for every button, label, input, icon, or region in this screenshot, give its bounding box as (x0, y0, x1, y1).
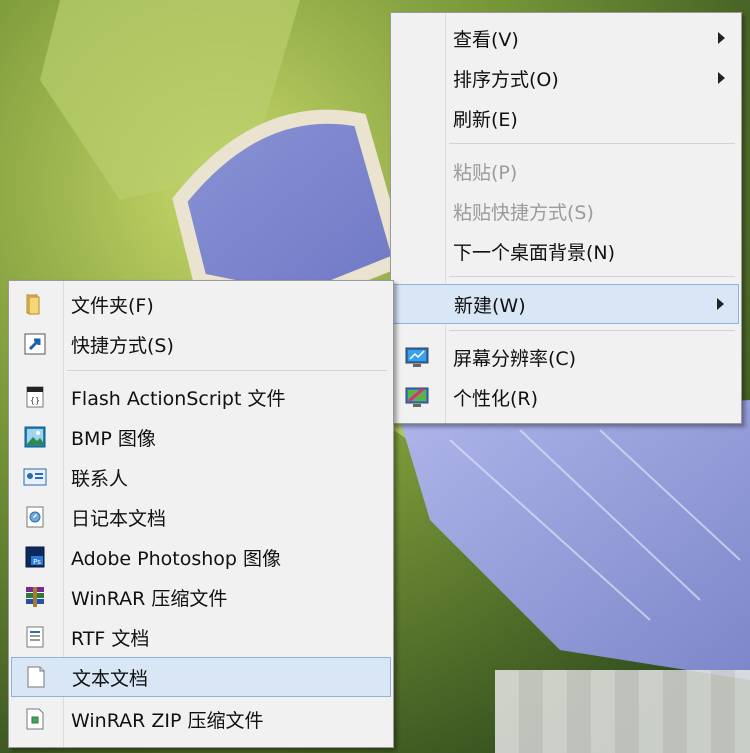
submenu-item-folder[interactable]: 文件夹(F) (11, 284, 391, 324)
menu-item-label: 排序方式(O) (453, 68, 559, 91)
menu-item-refresh[interactable]: 刷新(E) (393, 98, 739, 138)
submenu-item-flash-actionscript[interactable]: {} Flash ActionScript 文件 (11, 377, 391, 417)
photoshop-icon: Ps (23, 545, 47, 569)
submenu-item-shortcut[interactable]: 快捷方式(S) (11, 324, 391, 364)
menu-item-label: Flash ActionScript 文件 (71, 387, 286, 410)
submenu-item-photoshop-image[interactable]: Ps Adobe Photoshop 图像 (11, 537, 391, 577)
menu-item-label: 文本文档 (72, 667, 149, 690)
submenu-item-winrar-zip[interactable]: WinRAR ZIP 压缩文件 (11, 699, 391, 739)
menu-item-label: 个性化(R) (453, 387, 539, 410)
shortcut-icon (23, 332, 47, 356)
menu-item-view[interactable]: 查看(V) (393, 18, 739, 58)
menu-item-new[interactable]: 新建(W) (393, 284, 739, 324)
menu-item-label: 下一个桌面背景(N) (453, 241, 616, 264)
menu-item-personalize[interactable]: 个性化(R) (393, 377, 739, 417)
journal-document-icon (23, 505, 47, 529)
winrar-zip-icon (23, 707, 47, 731)
submenu-item-journal-document[interactable]: 日记本文档 (11, 497, 391, 537)
menu-item-label: 查看(V) (453, 28, 519, 51)
watermark (495, 670, 750, 753)
menu-item-paste-shortcut[interactable]: 粘贴快捷方式(S) (393, 191, 739, 231)
menu-item-label: WinRAR ZIP 压缩文件 (71, 709, 264, 732)
menu-item-label: 日记本文档 (71, 507, 167, 530)
menu-separator (449, 143, 735, 144)
submenu-item-text-document[interactable]: 文本文档 (11, 657, 391, 697)
menu-item-sort-by[interactable]: 排序方式(O) (393, 58, 739, 98)
menu-item-label: 文件夹(F) (71, 294, 154, 317)
menu-separator (67, 370, 387, 371)
svg-text:{}: {} (30, 396, 40, 405)
winrar-icon (23, 585, 47, 609)
menu-separator (449, 276, 735, 277)
menu-item-screen-resolution[interactable]: 屏幕分辨率(C) (393, 337, 739, 377)
menu-item-label: 粘贴(P) (453, 161, 518, 184)
bmp-image-icon (23, 425, 47, 449)
submenu-item-rtf-document[interactable]: RTF 文档 (11, 617, 391, 657)
menu-item-label: WinRAR 压缩文件 (71, 587, 228, 610)
menu-item-label: 刷新(E) (453, 108, 518, 131)
menu-item-next-desktop-background[interactable]: 下一个桌面背景(N) (393, 231, 739, 271)
menu-item-label: RTF 文档 (71, 627, 150, 650)
menu-item-paste[interactable]: 粘贴(P) (393, 151, 739, 191)
screen-resolution-icon (405, 345, 429, 369)
menu-separator (449, 330, 735, 331)
menu-item-label: Adobe Photoshop 图像 (71, 547, 282, 570)
contact-icon (23, 465, 47, 489)
folder-icon (23, 292, 47, 316)
submenu-arrow-icon (717, 298, 724, 310)
submenu-item-winrar-archive[interactable]: WinRAR 压缩文件 (11, 577, 391, 617)
menu-item-label: 联系人 (71, 467, 129, 490)
menu-item-label: 快捷方式(S) (71, 334, 174, 357)
submenu-arrow-icon (718, 72, 725, 84)
rtf-document-icon (23, 625, 47, 649)
menu-item-label: 屏幕分辨率(C) (453, 347, 577, 370)
personalize-icon (405, 385, 429, 409)
text-document-icon (24, 665, 48, 689)
menu-item-label: 新建(W) (454, 294, 526, 317)
submenu-arrow-icon (718, 32, 725, 44)
new-submenu: 文件夹(F) 快捷方式(S) {} Flash ActionScript 文件 (8, 280, 394, 748)
menu-item-label: 粘贴快捷方式(S) (453, 201, 594, 224)
actionscript-file-icon: {} (23, 385, 47, 409)
submenu-item-contact[interactable]: 联系人 (11, 457, 391, 497)
menu-item-label: BMP 图像 (71, 427, 156, 450)
desktop-context-menu: 查看(V) 排序方式(O) 刷新(E) 粘贴(P) 粘贴快捷方式(S) 下一个桌… (390, 12, 742, 424)
svg-text:Ps: Ps (33, 558, 41, 566)
submenu-item-bmp-image[interactable]: BMP 图像 (11, 417, 391, 457)
